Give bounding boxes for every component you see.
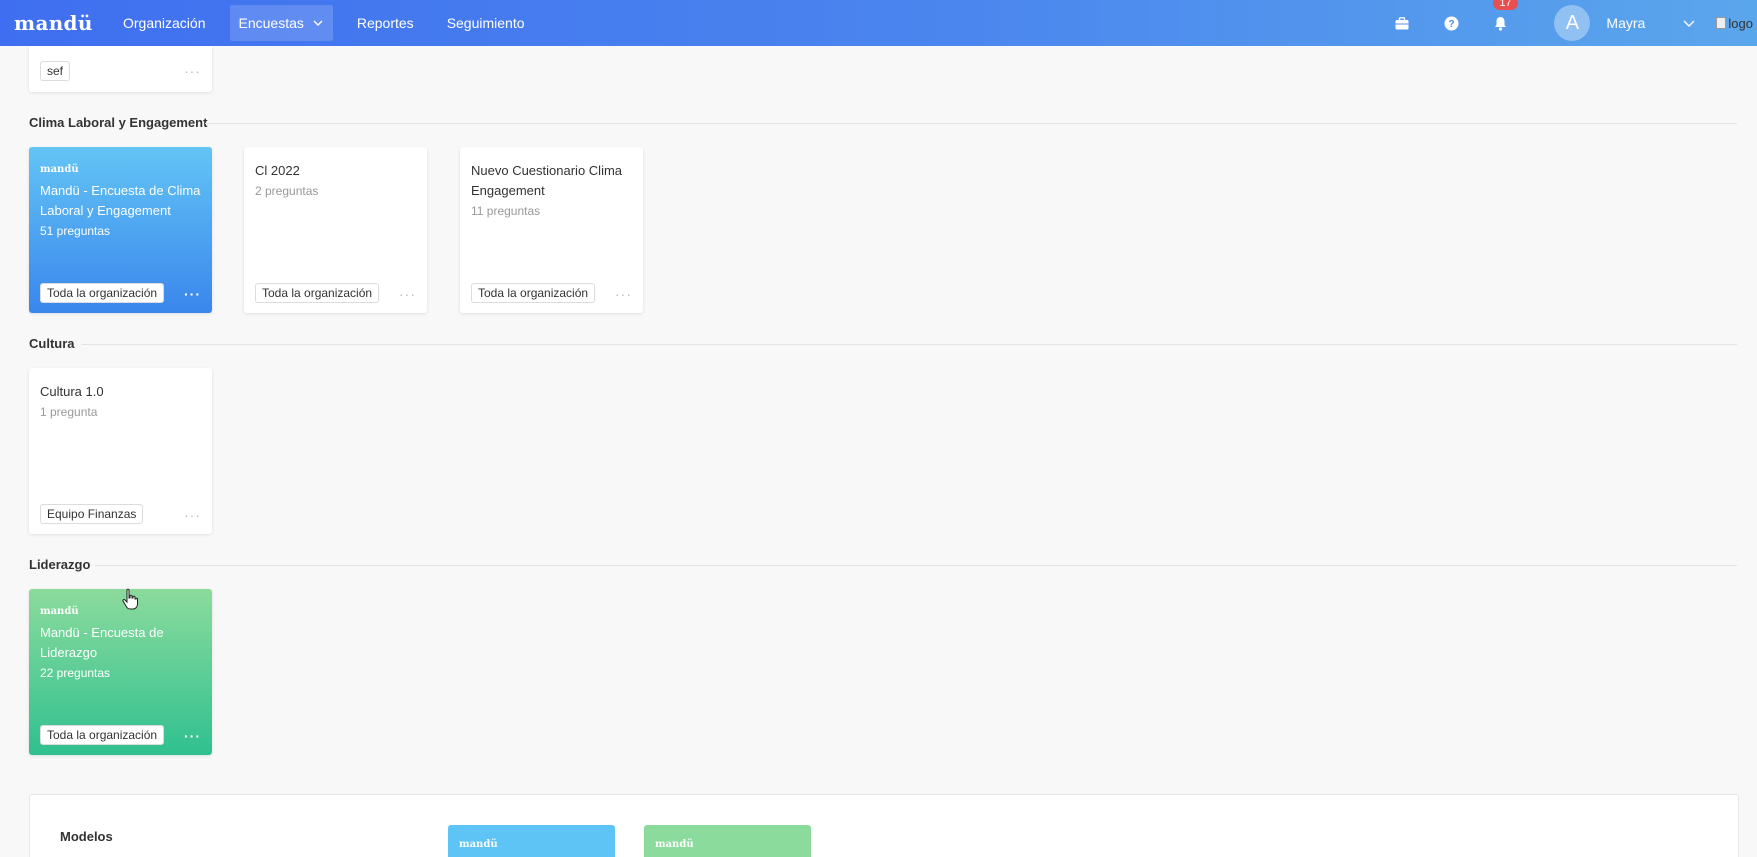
- survey-card[interactable]: mandü Mandü - Encuesta de Clima Laboral …: [29, 147, 212, 313]
- top-navbar: mandü Organización Encuestas Reportes Se…: [0, 0, 1757, 46]
- notification-count-badge: 17: [1493, 0, 1518, 10]
- nav-label: Reportes: [356, 15, 414, 31]
- main-nav: Organización Encuestas Reportes Seguimie…: [114, 0, 549, 46]
- card-question-count: 51 preguntas: [40, 224, 111, 238]
- avatar[interactable]: A: [1554, 5, 1591, 41]
- more-options-button[interactable]: ···: [184, 508, 201, 522]
- section-divider: [95, 565, 1737, 566]
- card-question-count: 1 pregunta: [40, 405, 98, 419]
- survey-card[interactable]: Cultura 1.0 1 pregunta Equipo Finanzas ·…: [29, 368, 212, 534]
- card-brand: mandü: [655, 839, 694, 850]
- card-title: Cultura 1.0: [40, 384, 104, 399]
- more-options-button[interactable]: ···: [184, 729, 201, 743]
- card-question-count: 11 preguntas: [471, 204, 541, 218]
- user-name[interactable]: Mayra: [1606, 15, 1682, 31]
- audience-tag: Toda la organización: [471, 283, 596, 303]
- section-divider: [82, 344, 1737, 345]
- card-title: Mandü - Encuesta de Clima Laboral y Enga…: [40, 183, 201, 218]
- section-title-clima: Clima Laboral y Engagement: [29, 115, 208, 130]
- chevron-down-icon[interactable]: [1682, 16, 1696, 30]
- more-options-button[interactable]: ···: [184, 287, 201, 301]
- nav-label: Seguimiento: [446, 15, 525, 31]
- survey-card[interactable]: sef ···: [29, 46, 212, 92]
- company-logo: logo: [1716, 16, 1753, 31]
- nav-organizacion[interactable]: Organización: [114, 5, 215, 41]
- nav-encuestas[interactable]: Encuestas: [229, 5, 333, 41]
- audience-tag: sef: [40, 61, 71, 81]
- broken-image-icon: [1716, 17, 1727, 29]
- audience-tag: Equipo Finanzas: [40, 504, 144, 524]
- card-title: Cl 2022: [255, 163, 300, 178]
- notifications-button[interactable]: 17: [1491, 0, 1518, 32]
- models-title: Modelos: [60, 829, 113, 844]
- survey-card[interactable]: Cl 2022 2 preguntas Toda la organización…: [244, 147, 427, 313]
- card-title: Mandü - Encuesta de Liderazgo: [40, 625, 164, 660]
- survey-card[interactable]: Nuevo Cuestionario Clima Engagement 11 p…: [460, 147, 643, 313]
- section-title-liderazgo: Liderazgo: [29, 557, 91, 572]
- card-brand: mandü: [459, 839, 498, 850]
- card-title-block: Cultura 1.0 1 pregunta: [40, 382, 205, 422]
- bell-icon: [1494, 16, 1506, 31]
- card-title-block: Mandü - Encuesta de Liderazgo 22 pregunt…: [40, 623, 205, 683]
- card-question-count: 2 preguntas: [255, 184, 319, 198]
- card-title-block: Mandü - Encuesta de Clima Laboral y Enga…: [40, 181, 205, 241]
- card-question-count: 22 preguntas: [40, 666, 111, 680]
- card-brand: mandü: [40, 164, 79, 175]
- audience-tag: Toda la organización: [255, 283, 380, 303]
- brand-logo[interactable]: mandü: [14, 11, 114, 35]
- section-title-cultura: Cultura: [29, 336, 75, 351]
- card-brand: mandü: [40, 606, 79, 617]
- svg-text:?: ?: [1448, 19, 1454, 30]
- more-options-button[interactable]: ···: [184, 64, 201, 78]
- more-options-button[interactable]: ···: [615, 287, 632, 301]
- card-title-block: Nuevo Cuestionario Clima Engagement 11 p…: [471, 161, 636, 221]
- model-card[interactable]: mandü: [448, 825, 615, 857]
- more-options-button[interactable]: ···: [399, 287, 416, 301]
- nav-label: Encuestas: [238, 15, 304, 31]
- nav-seguimiento[interactable]: Seguimiento: [438, 5, 534, 41]
- hand-cursor-icon: [122, 588, 138, 610]
- audience-tag: Toda la organización: [40, 283, 165, 303]
- card-title-block: Cl 2022 2 preguntas: [255, 161, 420, 201]
- card-title: Nuevo Cuestionario Clima Engagement: [471, 163, 623, 198]
- model-card[interactable]: mandü: [644, 825, 811, 857]
- survey-card[interactable]: mandü Mandü - Encuesta de Liderazgo 22 p…: [29, 589, 212, 755]
- briefcase-icon[interactable]: [1393, 14, 1411, 32]
- help-icon[interactable]: ?: [1442, 14, 1460, 32]
- section-divider: [205, 123, 1737, 124]
- chevron-down-icon: [313, 20, 323, 26]
- header-actions: ? 17 A Mayra logo: [1393, 0, 1757, 46]
- nav-label: Organización: [123, 15, 206, 31]
- logo-alt-text: logo: [1728, 15, 1753, 31]
- nav-reportes[interactable]: Reportes: [348, 5, 423, 41]
- audience-tag: Toda la organización: [40, 725, 165, 745]
- models-panel: Modelos mandü mandü: [29, 794, 1739, 857]
